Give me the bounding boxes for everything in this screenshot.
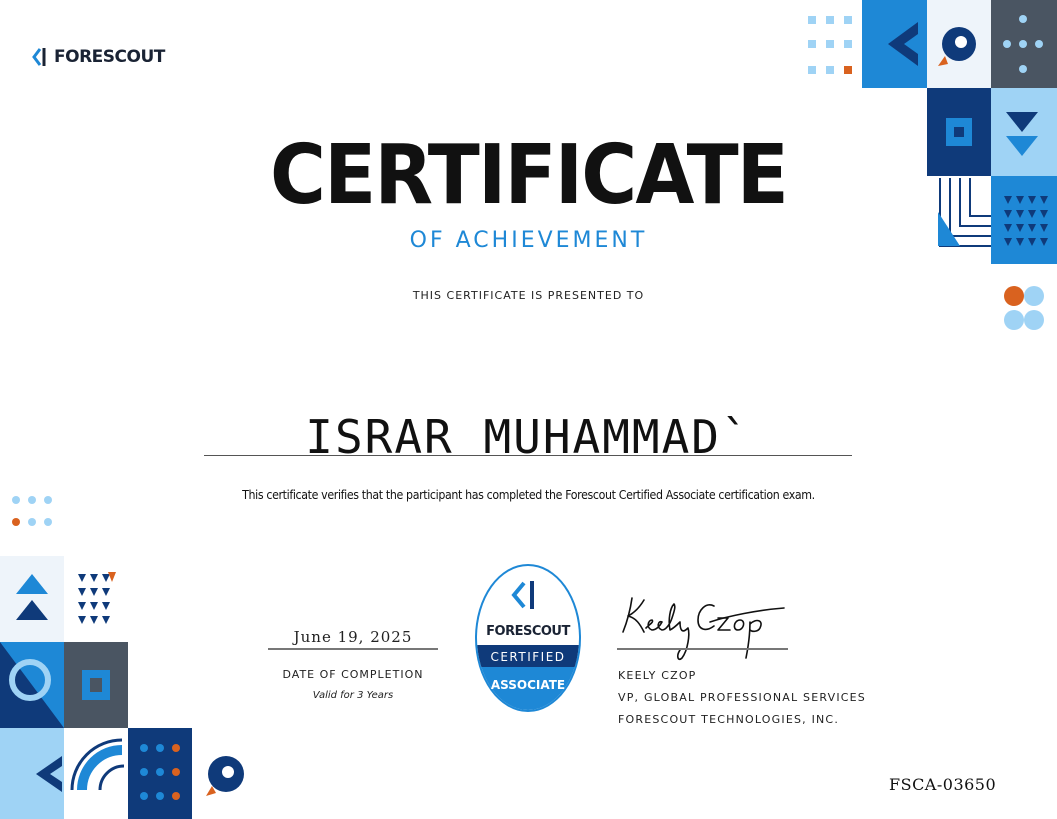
badge-associate-text: ASSOCIATE [491, 678, 565, 692]
signer-role: VP, GLOBAL PROFESSIONAL SERVICES [618, 691, 866, 704]
signature-underline [617, 648, 788, 650]
presented-to-text: THIS CERTIFICATE IS PRESENTED TO [412, 289, 645, 302]
forescout-logo-icon [32, 48, 46, 66]
completion-date: June 19, 2025 [293, 628, 413, 646]
recipient-underline [204, 455, 852, 456]
signer-company: FORESCOUT TECHNOLOGIES, INC. [618, 713, 840, 726]
verification-text: This certificate verifies that the parti… [242, 488, 815, 502]
bottom-left-geometric-decoration [0, 496, 244, 819]
certified-associate-badge: FORESCOUT CERTIFIED ASSOCIATE [475, 564, 581, 712]
certificate-title: CERTIFICATE [270, 128, 789, 223]
certificate-subtitle: OF ACHIEVEMENT [409, 228, 648, 253]
date-of-completion-label: DATE OF COMPLETION [282, 668, 424, 681]
date-underline [268, 648, 438, 650]
signer-name: KEELY CZOP [618, 669, 697, 682]
forescout-logo: FORESCOUT [32, 46, 165, 68]
handwritten-signature [622, 597, 785, 661]
badge-certified-text: CERTIFIED [490, 650, 565, 664]
logo-wordmark: FORESCOUT [54, 47, 165, 67]
validity-text: Valid for 3 Years [312, 690, 394, 701]
certificate-id: FSCA-03650 [889, 775, 997, 794]
badge-brand-text: FORESCOUT [486, 624, 570, 639]
